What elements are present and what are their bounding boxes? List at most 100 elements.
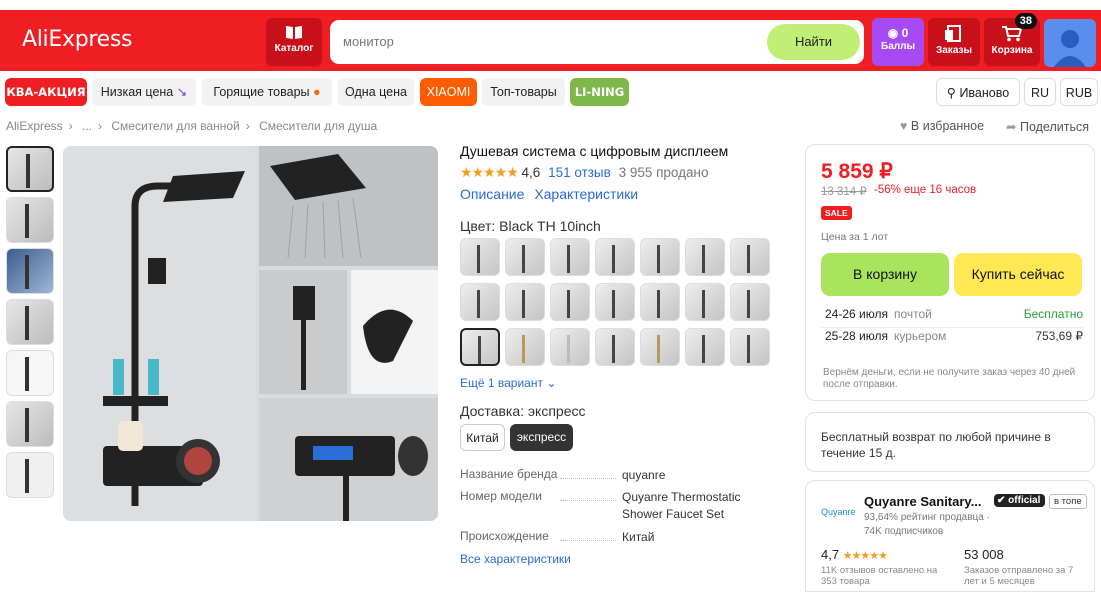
nav-xiaomi[interactable]: XIAOMI: [420, 78, 477, 106]
spec-value: quyanre: [622, 468, 666, 482]
delivery-option-express[interactable]: экспресс: [510, 424, 573, 451]
language-selector[interactable]: RU: [1024, 78, 1056, 106]
delivery-option-post[interactable]: 24-26 июля почтой Бесплатно: [825, 307, 1083, 321]
location-selector[interactable]: ⚲ Иваново: [936, 78, 1020, 106]
buy-box: 5 859 ₽ 13 314 ₽ -56% еще 16 часов SALE …: [805, 144, 1095, 401]
color-swatch[interactable]: [595, 283, 635, 321]
thumbnail-1[interactable]: [6, 146, 54, 192]
thumbnail-2[interactable]: [6, 197, 54, 243]
store-rating-stars: ★★★★★: [842, 550, 888, 562]
delivery-method: почтой: [893, 307, 932, 321]
spec-key: Происхождение: [460, 529, 549, 543]
color-swatch[interactable]: [460, 238, 500, 276]
thumbnail-5[interactable]: [6, 350, 54, 396]
header-bar: AliExpress Каталог монитор Найти ◉ 0 Бал…: [0, 10, 1101, 71]
thumbnail-4[interactable]: [6, 299, 54, 345]
orders-label: Заказы: [935, 45, 973, 56]
breadcrumb-shower-faucets[interactable]: Смесители для душа: [259, 119, 377, 133]
add-to-cart-button[interactable]: В корзину: [821, 253, 949, 296]
points-button[interactable]: ◉ 0 Баллы: [872, 18, 924, 66]
nav-one-price[interactable]: Одна цена: [338, 78, 414, 106]
sold-count: 3 955 продано: [618, 165, 709, 180]
breadcrumb-ellipsis[interactable]: ...: [82, 119, 92, 133]
cart-button[interactable]: 38 Корзина: [984, 13, 1040, 66]
spec-key: Название бренда: [460, 467, 558, 481]
color-swatch[interactable]: [685, 328, 725, 366]
discount-timer: -56% еще 16 часов: [874, 184, 977, 196]
old-price: 13 314 ₽: [821, 186, 867, 198]
buy-now-button[interactable]: Купить сейчас: [954, 253, 1082, 296]
rating-row: ★★★★★ 4,6 151 отзыв 3 955 продано: [460, 164, 709, 181]
user-avatar[interactable]: [1044, 19, 1096, 67]
share-label: Поделиться: [1019, 120, 1089, 134]
delivery-option-courier[interactable]: 25-28 июля курьером 753,69 ₽: [825, 329, 1083, 343]
breadcrumb-home[interactable]: AliExpress: [6, 119, 63, 133]
specs-link[interactable]: Характеристики: [534, 186, 638, 202]
color-label: Цвет: Black TH 10inch: [460, 218, 601, 234]
catalog-button[interactable]: Каталог: [266, 18, 322, 66]
color-swatch[interactable]: [730, 328, 770, 366]
color-swatch[interactable]: [730, 283, 770, 321]
color-swatch[interactable]: [505, 283, 545, 321]
description-link[interactable]: Описание: [460, 186, 524, 202]
chevron-down-icon: ⌄: [546, 376, 557, 390]
reviews-link[interactable]: 151 отзыв: [548, 165, 611, 180]
color-swatch[interactable]: [685, 283, 725, 321]
delivery-method: курьером: [893, 329, 947, 343]
nav-low-price-label: Низкая цена: [100, 85, 174, 99]
color-swatch[interactable]: [640, 328, 680, 366]
delivery-dates: 25-28 июля: [825, 329, 888, 343]
thumbnail-7[interactable]: [6, 452, 54, 498]
thumbnail-3[interactable]: [6, 248, 54, 294]
color-swatch[interactable]: [505, 238, 545, 276]
color-swatch[interactable]: [595, 238, 635, 276]
all-specs-link[interactable]: Все характеристики: [460, 552, 571, 566]
color-swatch[interactable]: [550, 328, 590, 366]
delivery-price: 753,69 ₽: [1035, 329, 1083, 343]
sale-badge: SALE: [821, 206, 852, 220]
category-nav: КВА-АКЦИЯ Низкая цена ↘ Горящие товары ●…: [0, 78, 1101, 106]
color-swatch[interactable]: [730, 238, 770, 276]
free-returns-box[interactable]: Бесплатный возврат по любой причине в те…: [805, 412, 1095, 472]
delivery-option-china[interactable]: Китай: [460, 424, 505, 451]
aliexpress-logo[interactable]: AliExpress: [22, 27, 132, 52]
orders-button[interactable]: Заказы: [928, 18, 980, 66]
currency-selector[interactable]: RUB: [1060, 78, 1098, 106]
breadcrumb-bath-faucets[interactable]: Смесители для ванной: [111, 119, 239, 133]
points-value: 0: [901, 26, 909, 40]
store-name[interactable]: Quyanre Sanitary...: [864, 494, 982, 509]
store-rating-stat: 4,7 ★★★★★: [821, 547, 888, 562]
delivery-dates: 24-26 июля: [825, 307, 888, 321]
add-to-favorites[interactable]: ♥ В избранное: [900, 119, 984, 133]
store-card[interactable]: Quyanre Quyanre Sanitary... ✔ official в…: [805, 480, 1095, 592]
store-orders-desc: Заказов отправлено за 7 лет и 5 месяцев: [964, 565, 1074, 587]
spec-leader: [560, 500, 616, 501]
search-box[interactable]: монитор Найти: [330, 20, 864, 64]
main-product-image[interactable]: 10inch: [63, 146, 438, 521]
color-swatch[interactable]: [640, 238, 680, 276]
search-button[interactable]: Найти: [767, 24, 860, 60]
nav-kva-promo[interactable]: КВА-АКЦИЯ: [5, 78, 87, 106]
color-swatch[interactable]: [460, 283, 500, 321]
color-swatch[interactable]: [595, 328, 635, 366]
coin-icon: ◉: [887, 26, 899, 40]
nav-low-price[interactable]: Низкая цена ↘: [92, 78, 196, 106]
nav-hot-items-label: Горящие товары: [213, 85, 310, 99]
user-icon: [1054, 30, 1086, 67]
thumbnail-gallery: [6, 146, 56, 503]
nav-top-items[interactable]: Топ-товары: [482, 78, 565, 106]
thumbnail-6[interactable]: [6, 401, 54, 447]
color-swatch[interactable]: [550, 283, 590, 321]
color-swatch[interactable]: [640, 283, 680, 321]
current-price: 5 859 ₽: [821, 160, 893, 183]
nav-hot-items[interactable]: Горящие товары ●: [202, 78, 332, 106]
color-swatch[interactable]: [685, 238, 725, 276]
search-input[interactable]: монитор: [343, 34, 394, 49]
share-button[interactable]: ➦ Поделиться: [1006, 119, 1089, 134]
color-swatch[interactable]: [505, 328, 545, 366]
more-variants-link[interactable]: Ещё 1 вариант ⌄: [460, 376, 556, 390]
color-swatch[interactable]: [550, 238, 590, 276]
product-anchor-links: Описание Характеристики: [460, 186, 644, 202]
color-swatch-selected[interactable]: [460, 328, 500, 366]
nav-li-ning[interactable]: LI-NING: [570, 78, 629, 106]
